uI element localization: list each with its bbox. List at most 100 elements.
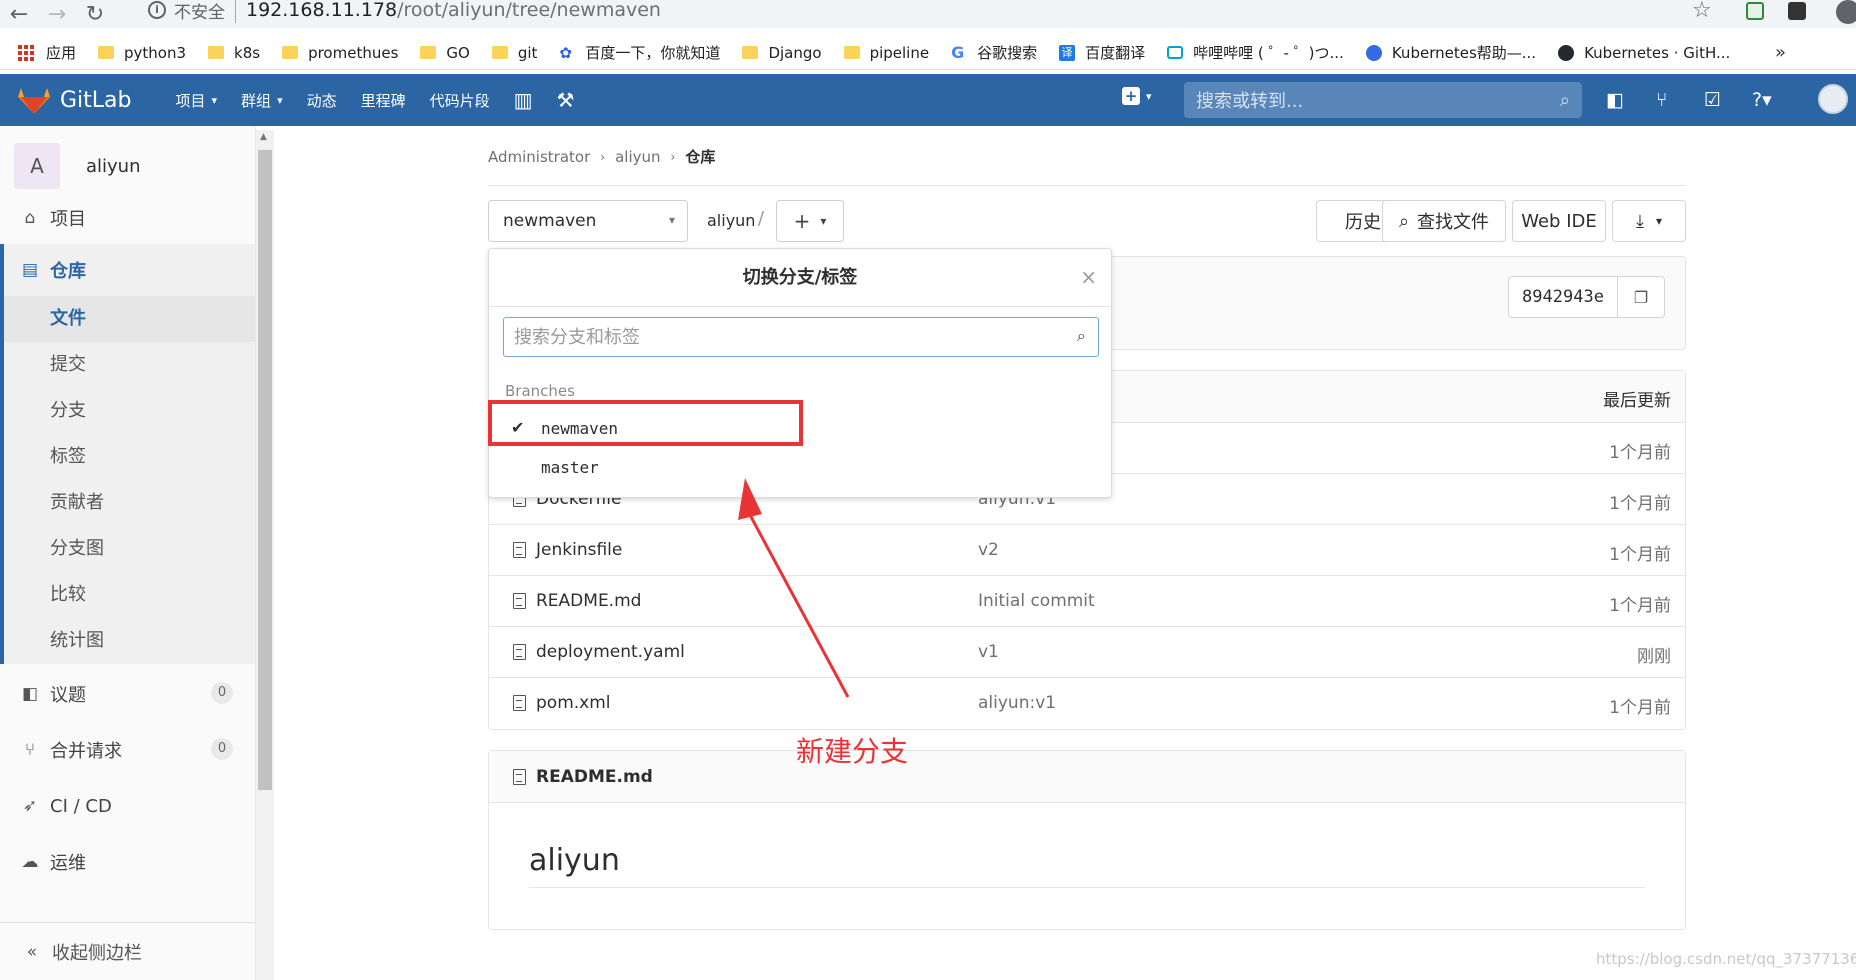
chevron-down-icon: ▾ [1146, 89, 1152, 103]
bookmark-item[interactable]: promethues [282, 44, 398, 62]
sidebar-item-repository[interactable]: ▤ 仓库 [0, 244, 255, 296]
commit-sha[interactable]: 8942943e [1508, 276, 1618, 318]
file-link[interactable]: pom.xml [513, 693, 611, 713]
readme-filename[interactable]: README.md [536, 767, 653, 787]
commit-message[interactable]: Initial commit [978, 591, 1095, 611]
merge-request-icon[interactable]: ⑂ [1656, 89, 1667, 111]
help-icon[interactable]: ?▾ [1752, 89, 1772, 111]
commit-message[interactable]: v1 [978, 642, 999, 662]
issues-count-badge: 0 [211, 682, 233, 704]
bookmark-item[interactable]: GO [420, 43, 470, 62]
sidebar-item-project[interactable]: ⌂ 项目 [0, 192, 255, 244]
branch-selector[interactable]: newmaven ▾ [488, 200, 688, 242]
sidebar-item-merge-requests[interactable]: ⑂ 合并请求 0 [0, 724, 255, 776]
sidebar-subitem-contributors[interactable]: 贡献者 [4, 480, 255, 526]
find-file-button[interactable]: ⌕ 查找文件 [1382, 200, 1506, 242]
bookmark-item[interactable]: 哔哩哔哩 ( ゜- ゜)つ... [1167, 42, 1344, 63]
table-row[interactable]: pom.xml aliyun:v1 1个月前 [489, 678, 1685, 729]
issues-icon[interactable]: ◧ [1606, 89, 1624, 111]
add-to-tree-button[interactable]: + ▾ [776, 200, 844, 242]
annotation-label: 新建分支 [796, 735, 909, 768]
folder-icon [491, 46, 508, 59]
branch-search-field[interactable]: ⌕ [503, 317, 1099, 357]
breadcrumb-project[interactable]: aliyun [615, 148, 660, 166]
user-avatar[interactable] [1818, 84, 1848, 114]
bookmark-item[interactable]: k8s [208, 44, 260, 62]
repo-path-link[interactable]: aliyun [707, 211, 755, 230]
search-icon: ⌕ [1077, 326, 1086, 345]
breadcrumb-admin[interactable]: Administrator [488, 148, 590, 166]
nav-milestones[interactable]: 里程碑 [361, 90, 406, 111]
watermark: https://blog.csdn.net/qq_37377136 [1596, 950, 1856, 968]
sidebar-subitem-files[interactable]: 文件 [4, 296, 255, 342]
file-link[interactable]: deployment.yaml [513, 642, 685, 662]
bookmark-item[interactable]: python3 [98, 44, 186, 62]
sidebar-subitem-compare[interactable]: 比较 [4, 572, 255, 618]
bookmark-item[interactable]: Kubernetes帮助—... [1365, 42, 1536, 63]
extension-icon[interactable] [1746, 2, 1764, 20]
table-row[interactable]: Jenkinsfile v2 1个月前 [489, 525, 1685, 576]
bookmark-star-icon[interactable]: ☆ [1692, 0, 1712, 23]
sidebar-subitem-commits[interactable]: 提交 [4, 342, 255, 388]
gitlab-logo[interactable]: GitLab [18, 85, 176, 115]
new-dropdown[interactable]: + ▾ [1122, 87, 1152, 105]
web-ide-button[interactable]: Web IDE [1512, 200, 1606, 242]
bookmark-item[interactable]: ✿ 百度一下，你就知道 [559, 42, 720, 63]
bookmark-label: GO [446, 43, 470, 62]
scroll-up-icon[interactable]: ▲ [260, 132, 267, 142]
branch-option-master[interactable]: master [489, 449, 1111, 485]
bilibili-icon [1167, 46, 1184, 59]
sidebar-subitem-charts[interactable]: 统计图 [4, 618, 255, 664]
bookmark-apps[interactable]: 应用 [18, 42, 76, 63]
bookmark-item[interactable]: Django [742, 44, 822, 62]
address-bar[interactable]: i 不安全 192.168.11.178/root/aliyun/tree/ne… [138, 0, 1718, 28]
repository-submenu: 文件 提交 分支 标签 贡献者 分支图 比较 统计图 [0, 296, 255, 664]
folder-icon [420, 46, 437, 59]
nav-snippets[interactable]: 代码片段 [430, 90, 490, 111]
bookmark-item[interactable]: git [491, 44, 537, 62]
reload-icon[interactable]: ↻ [76, 2, 114, 27]
extension-icon[interactable] [1788, 2, 1806, 20]
chart-bar-icon[interactable]: ▥ [514, 88, 533, 112]
commit-message[interactable]: aliyun:v1 [978, 693, 1056, 713]
scrollbar-thumb[interactable] [258, 150, 272, 790]
file-name: Jenkinsfile [536, 540, 623, 560]
commit-message[interactable]: v2 [978, 540, 999, 560]
file-time: 1个月前 [1609, 494, 1671, 514]
sidebar-scrollbar[interactable]: ▲ [256, 130, 274, 980]
browser-profile-icon[interactable] [1836, 0, 1856, 24]
nav-projects[interactable]: 项目 ▾ [176, 90, 218, 111]
sidebar-subitem-tags[interactable]: 标签 [4, 434, 255, 480]
wrench-icon[interactable]: ⚒ [557, 88, 575, 112]
todo-icon[interactable]: ☑ [1704, 89, 1721, 111]
back-icon[interactable]: ← [0, 2, 38, 27]
info-icon[interactable]: i [148, 1, 166, 19]
sidebar-item-operations[interactable]: ☁ 运维 [0, 836, 255, 888]
sidebar-item-cicd[interactable]: ➶ CI / CD [0, 780, 255, 832]
bookmark-item[interactable]: pipeline [843, 44, 929, 62]
sidebar-subitem-graph[interactable]: 分支图 [4, 526, 255, 572]
nav-groups[interactable]: 群组 ▾ [241, 90, 283, 111]
table-row[interactable]: deployment.yaml v1 刚刚 [489, 627, 1685, 678]
forward-icon[interactable]: → [38, 2, 76, 27]
copy-sha-button[interactable]: ❐ [1617, 276, 1665, 318]
bookmark-label: 百度一下，你就知道 [585, 44, 721, 62]
bookmarks-more-button[interactable]: » [1775, 36, 1786, 70]
bookmark-item[interactable]: G 谷歌搜索 [951, 42, 1037, 63]
download-button[interactable]: ⤓ ▾ [1612, 200, 1686, 242]
close-icon[interactable]: × [1080, 265, 1097, 289]
breadcrumb-repository[interactable]: 仓库 [685, 146, 715, 167]
global-search-input[interactable]: 搜索或转到... ⌕ [1184, 82, 1582, 118]
sidebar-item-issues[interactable]: ◧ 议题 0 [0, 668, 255, 720]
file-link[interactable]: README.md [513, 591, 641, 611]
collapse-sidebar-button[interactable]: « 收起侧边栏 [0, 922, 256, 980]
nav-activity[interactable]: 动态 [307, 90, 337, 111]
bookmark-item[interactable]: 译百度翻译 [1059, 42, 1145, 63]
sidebar-project-header[interactable]: A aliyun [0, 126, 255, 192]
sidebar-subitem-branches[interactable]: 分支 [4, 388, 255, 434]
file-link[interactable]: Jenkinsfile [513, 540, 622, 560]
table-row[interactable]: README.md Initial commit 1个月前 [489, 576, 1685, 627]
sidebar-item-label: CI / CD [50, 795, 112, 817]
bookmark-item[interactable]: Kubernetes · GitH... [1558, 44, 1730, 62]
branch-search-input[interactable] [504, 319, 1044, 355]
